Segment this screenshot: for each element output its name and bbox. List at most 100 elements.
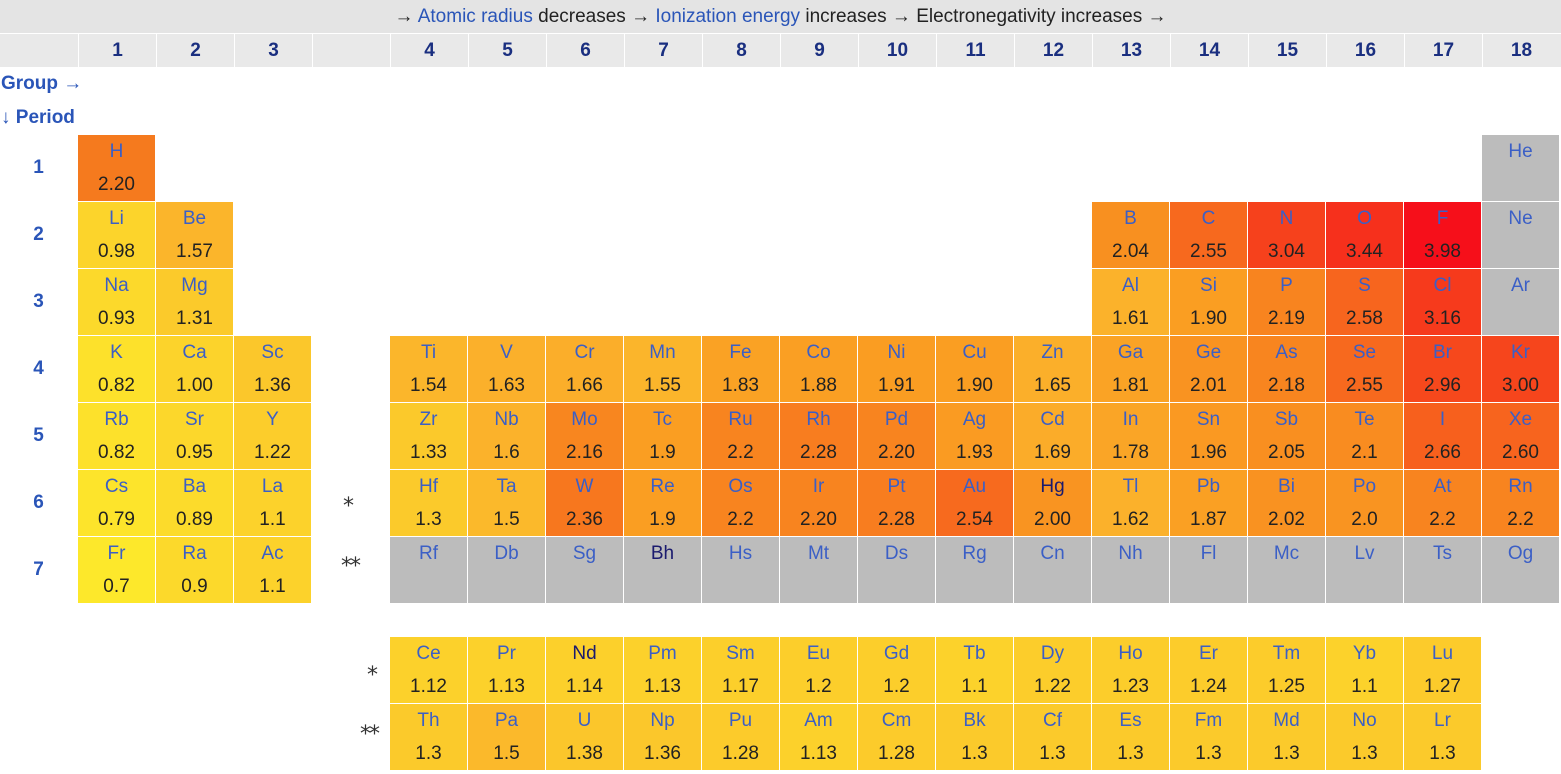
element-symbol[interactable]: Zn: [1014, 342, 1091, 364]
period-number-2[interactable]: 2: [0, 224, 77, 246]
element-hs[interactable]: Hs: [702, 537, 780, 604]
element-es[interactable]: Es 1.3: [1092, 704, 1170, 771]
element-symbol[interactable]: Fm: [1170, 710, 1247, 732]
element-ra[interactable]: Ra 0.9: [156, 537, 234, 604]
element-symbol[interactable]: Ta: [468, 476, 545, 498]
element-b[interactable]: B 2.04: [1092, 202, 1170, 269]
element-symbol[interactable]: Ne: [1482, 208, 1559, 230]
element-dy[interactable]: Dy 1.22: [1014, 637, 1092, 704]
element-md[interactable]: Md 1.3: [1248, 704, 1326, 771]
element-symbol[interactable]: Xe: [1482, 409, 1559, 431]
element-symbol[interactable]: Ag: [936, 409, 1013, 431]
element-sg[interactable]: Sg: [546, 537, 624, 604]
element-symbol[interactable]: Bk: [936, 710, 1013, 732]
element-er[interactable]: Er 1.24: [1170, 637, 1248, 704]
element-pt[interactable]: Pt 2.28: [858, 470, 936, 537]
element-ag[interactable]: Ag 1.93: [936, 403, 1014, 470]
element-symbol[interactable]: Nb: [468, 409, 545, 431]
element-symbol[interactable]: As: [1248, 342, 1325, 364]
element-symbol[interactable]: Cu: [936, 342, 1013, 364]
element-hf[interactable]: Hf 1.3: [390, 470, 468, 537]
element-lv[interactable]: Lv: [1326, 537, 1404, 604]
element-symbol[interactable]: Dy: [1014, 643, 1091, 665]
group-number-2[interactable]: 2: [156, 34, 234, 67]
element-xe[interactable]: Xe 2.60: [1482, 403, 1560, 470]
element-ce[interactable]: Ce 1.12: [390, 637, 468, 704]
element-symbol[interactable]: F: [1404, 208, 1481, 230]
group-number-10[interactable]: 10: [858, 34, 936, 67]
element-symbol[interactable]: Pm: [624, 643, 701, 665]
element-si[interactable]: Si 1.90: [1170, 269, 1248, 336]
element-symbol[interactable]: Rn: [1482, 476, 1559, 498]
element-symbol[interactable]: Cm: [858, 710, 935, 732]
element-i[interactable]: I 2.66: [1404, 403, 1482, 470]
element-pb[interactable]: Pb 1.87: [1170, 470, 1248, 537]
element-rb[interactable]: Rb 0.82: [78, 403, 156, 470]
element-symbol[interactable]: Fl: [1170, 543, 1247, 565]
element-symbol[interactable]: Mg: [156, 275, 233, 297]
element-be[interactable]: Be 1.57: [156, 202, 234, 269]
element-k[interactable]: K 0.82: [78, 336, 156, 403]
element-ne[interactable]: Ne: [1482, 202, 1560, 269]
element-ts[interactable]: Ts: [1404, 537, 1482, 604]
element-lr[interactable]: Lr 1.3: [1404, 704, 1482, 771]
element-symbol[interactable]: Te: [1326, 409, 1403, 431]
element-cr[interactable]: Cr 1.66: [546, 336, 624, 403]
element-symbol[interactable]: V: [468, 342, 545, 364]
group-number-4[interactable]: 4: [390, 34, 468, 67]
element-kr[interactable]: Kr 3.00: [1482, 336, 1560, 403]
group-number-18[interactable]: 18: [1482, 34, 1560, 67]
element-symbol[interactable]: Ru: [702, 409, 779, 431]
element-ho[interactable]: Ho 1.23: [1092, 637, 1170, 704]
element-mn[interactable]: Mn 1.55: [624, 336, 702, 403]
element-cs[interactable]: Cs 0.79: [78, 470, 156, 537]
element-symbol[interactable]: Pu: [702, 710, 779, 732]
element-in[interactable]: In 1.78: [1092, 403, 1170, 470]
element-symbol[interactable]: Ga: [1092, 342, 1169, 364]
element-s[interactable]: S 2.58: [1326, 269, 1404, 336]
element-symbol[interactable]: Co: [780, 342, 857, 364]
element-tb[interactable]: Tb 1.1: [936, 637, 1014, 704]
element-os[interactable]: Os 2.2: [702, 470, 780, 537]
element-rg[interactable]: Rg: [936, 537, 1014, 604]
element-symbol[interactable]: Rh: [780, 409, 857, 431]
element-cl[interactable]: Cl 3.16: [1404, 269, 1482, 336]
group-number-1[interactable]: 1: [78, 34, 156, 67]
element-ni[interactable]: Ni 1.91: [858, 336, 936, 403]
element-br[interactable]: Br 2.96: [1404, 336, 1482, 403]
element-symbol[interactable]: Gd: [858, 643, 935, 665]
element-ga[interactable]: Ga 1.81: [1092, 336, 1170, 403]
element-pa[interactable]: Pa 1.5: [468, 704, 546, 771]
element-bi[interactable]: Bi 2.02: [1248, 470, 1326, 537]
element-symbol[interactable]: Na: [78, 275, 155, 297]
element-symbol[interactable]: Tl: [1092, 476, 1169, 498]
element-la[interactable]: La 1.1: [234, 470, 312, 537]
element-symbol[interactable]: Hg: [1014, 476, 1091, 498]
element-symbol[interactable]: No: [1326, 710, 1403, 732]
element-sr[interactable]: Sr 0.95: [156, 403, 234, 470]
element-symbol[interactable]: Re: [624, 476, 701, 498]
element-symbol[interactable]: P: [1248, 275, 1325, 297]
element-symbol[interactable]: Li: [78, 208, 155, 230]
element-ds[interactable]: Ds: [858, 537, 936, 604]
element-symbol[interactable]: Nh: [1092, 543, 1169, 565]
element-pd[interactable]: Pd 2.20: [858, 403, 936, 470]
element-symbol[interactable]: Se: [1326, 342, 1403, 364]
element-symbol[interactable]: Ba: [156, 476, 233, 498]
element-symbol[interactable]: W: [546, 476, 623, 498]
element-symbol[interactable]: Sn: [1170, 409, 1247, 431]
element-symbol[interactable]: Yb: [1326, 643, 1403, 665]
period-number-3[interactable]: 3: [0, 291, 77, 313]
element-mt[interactable]: Mt: [780, 537, 858, 604]
element-symbol[interactable]: Pr: [468, 643, 545, 665]
group-number-14[interactable]: 14: [1170, 34, 1248, 67]
element-symbol[interactable]: Bh: [624, 543, 701, 565]
element-symbol[interactable]: He: [1482, 141, 1559, 163]
element-symbol[interactable]: Cl: [1404, 275, 1481, 297]
element-symbol[interactable]: C: [1170, 208, 1247, 230]
element-sc[interactable]: Sc 1.36: [234, 336, 312, 403]
element-po[interactable]: Po 2.0: [1326, 470, 1404, 537]
element-symbol[interactable]: Pa: [468, 710, 545, 732]
element-mg[interactable]: Mg 1.31: [156, 269, 234, 336]
element-ta[interactable]: Ta 1.5: [468, 470, 546, 537]
